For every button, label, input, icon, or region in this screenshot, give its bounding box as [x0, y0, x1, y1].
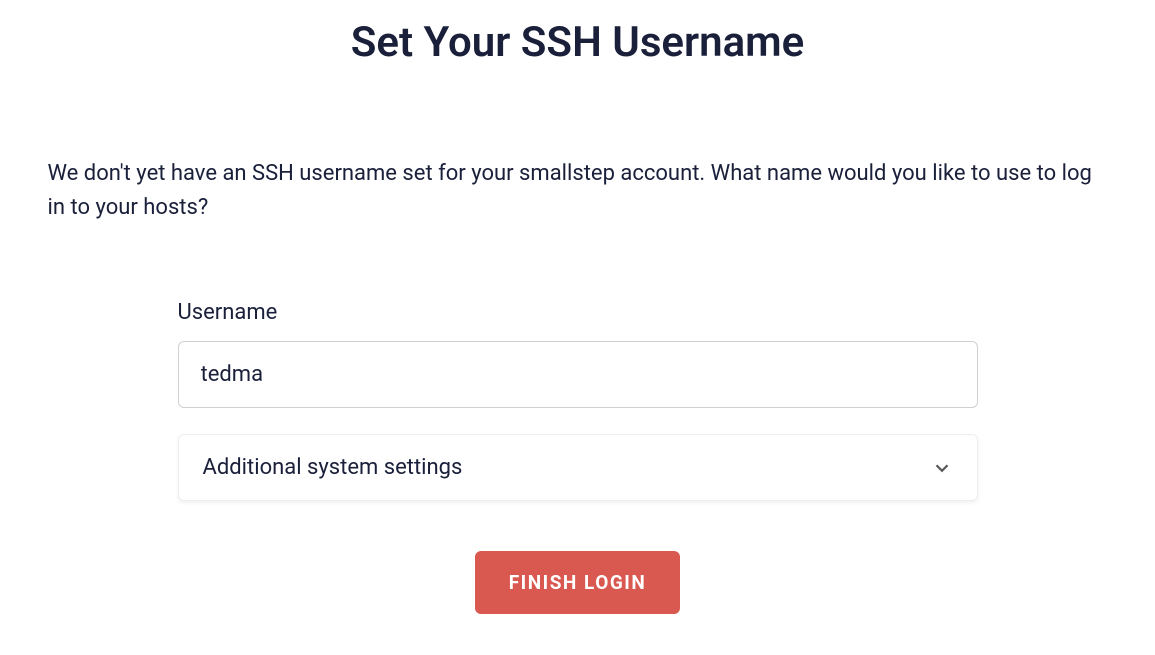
settings-panel-label: Additional system settings: [203, 455, 463, 480]
username-label: Username: [178, 300, 978, 325]
username-input[interactable]: [178, 341, 978, 408]
description-text: We don't yet have an SSH username set fo…: [48, 157, 1108, 225]
button-container: FINISH LOGIN: [178, 551, 978, 614]
additional-settings-panel[interactable]: Additional system settings: [178, 434, 978, 501]
chevron-down-icon: [931, 457, 953, 479]
finish-login-button[interactable]: FINISH LOGIN: [475, 551, 680, 614]
page-title: Set Your SSH Username: [48, 18, 1108, 67]
form-container: Username Additional system settings FINI…: [178, 300, 978, 614]
